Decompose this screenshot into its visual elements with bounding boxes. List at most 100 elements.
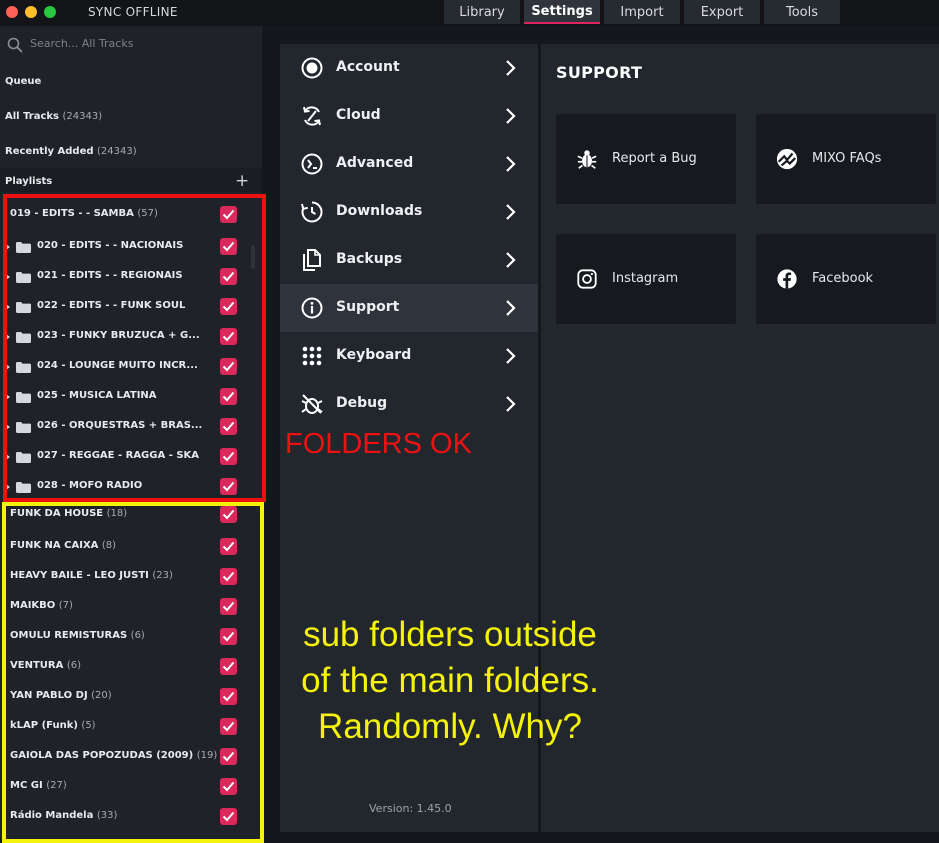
playlist-scrollbar[interactable]: [251, 245, 255, 269]
playlist-row[interactable]: FUNK NA CAIXA (8): [0, 532, 250, 562]
instagram-card[interactable]: Instagram: [556, 234, 736, 324]
playlist-folder-row[interactable]: 028 - MOFO RADIO: [0, 472, 250, 502]
sync-checkbox[interactable]: [220, 808, 237, 825]
sync-checkbox[interactable]: [220, 658, 237, 675]
playlist-label: kLAP (Funk): [10, 720, 78, 731]
tab-settings[interactable]: Settings: [524, 0, 600, 24]
expand-caret-icon[interactable]: [6, 484, 10, 490]
chevron-right-icon: [506, 348, 516, 364]
sync-checkbox[interactable]: [220, 478, 237, 495]
menu-item-cloud[interactable]: Cloud: [280, 92, 538, 140]
playlist-row[interactable]: FUNK DA HOUSE (18): [0, 500, 250, 530]
playlist-row[interactable]: HEAVY BAILE - LEO JUSTI (23): [0, 562, 250, 592]
playlist-row[interactable]: YAN PABLO DJ (20): [0, 682, 250, 712]
sync-checkbox[interactable]: [220, 298, 237, 315]
report-bug-card[interactable]: Report a Bug: [556, 114, 736, 204]
checkmark-icon: [222, 391, 235, 402]
sync-checkbox[interactable]: [220, 598, 237, 615]
menu-item-keyboard[interactable]: Keyboard: [280, 332, 538, 380]
playlist-folder-row[interactable]: 023 - FUNKY BRUZUCA + G...: [0, 322, 250, 352]
playlist-row[interactable]: MAIKBO (7): [0, 592, 250, 622]
playlist-count: (8): [101, 540, 117, 551]
menu-item-debug-label: Debug: [336, 395, 388, 411]
sync-checkbox[interactable]: [220, 268, 237, 285]
menu-item-debug[interactable]: Debug: [280, 380, 538, 428]
expand-caret-icon[interactable]: [6, 454, 10, 460]
checkmark-icon: [222, 301, 235, 312]
sync-checkbox[interactable]: [220, 388, 237, 405]
checkmark-icon: [222, 751, 235, 762]
playlist-folder-row[interactable]: 020 - EDITS - - NACIONAIS: [0, 232, 250, 262]
checkmark-icon: [222, 811, 235, 822]
tab-tools[interactable]: Tools: [764, 0, 840, 24]
menu-item-backups[interactable]: Backups: [280, 236, 538, 284]
sync-checkbox[interactable]: [220, 206, 237, 223]
checkmark-icon: [222, 241, 235, 252]
sync-checkbox[interactable]: [220, 506, 237, 523]
menu-item-account[interactable]: Account: [280, 44, 538, 92]
menu-item-advanced[interactable]: Advanced: [280, 140, 538, 188]
playlist-row[interactable]: MC GI (27): [0, 772, 250, 802]
sync-checkbox[interactable]: [220, 748, 237, 765]
keyboard-dots-icon: [302, 346, 322, 366]
facebook-card[interactable]: Facebook: [756, 234, 936, 324]
tab-library[interactable]: Library: [444, 0, 520, 24]
playlist-name: MC GI (27): [10, 780, 67, 791]
sync-checkbox[interactable]: [220, 238, 237, 255]
menu-item-cloud-label: Cloud: [336, 107, 381, 123]
menu-item-support[interactable]: Support: [280, 284, 538, 332]
menu-item-downloads[interactable]: Downloads: [280, 188, 538, 236]
expand-caret-icon[interactable]: [6, 364, 10, 370]
folder-icon: [16, 272, 31, 283]
expand-caret-icon[interactable]: [6, 244, 10, 250]
playlist-count: (27): [46, 780, 67, 791]
sync-checkbox[interactable]: [220, 328, 237, 345]
expand-caret-icon[interactable]: [6, 334, 10, 340]
playlist-folder-row[interactable]: 027 - REGGAE - RAGGA - SKA: [0, 442, 250, 472]
sync-checkbox[interactable]: [220, 718, 237, 735]
debug-icon: [301, 394, 323, 414]
playlist-folder-row[interactable]: 021 - EDITS - - REGIONAIS: [0, 262, 250, 292]
playlist-row[interactable]: Rádio Mandela (33): [0, 802, 250, 832]
sync-checkbox[interactable]: [220, 688, 237, 705]
playlist-folder-row[interactable]: 026 - ORQUESTRAS + BRAS...: [0, 412, 250, 442]
playlist-row[interactable]: GAIOLA DAS POPOZUDAS (2009) (19): [0, 742, 250, 772]
playlist-row[interactable]: 019 - EDITS - - SAMBA (57): [0, 200, 250, 230]
sync-checkbox[interactable]: [220, 448, 237, 465]
playlist-label: OMULU REMISTURAS: [10, 630, 128, 641]
playlist-row[interactable]: VENTURA (6): [0, 652, 250, 682]
expand-caret-icon[interactable]: [6, 304, 10, 310]
playlist-name: FUNK DA HOUSE (18): [10, 508, 127, 519]
sync-checkbox[interactable]: [220, 628, 237, 645]
expand-caret-icon[interactable]: [6, 394, 10, 400]
search-input[interactable]: [28, 36, 252, 51]
playlist-folder-row[interactable]: 022 - EDITS - - FUNK SOUL: [0, 292, 250, 322]
sync-checkbox[interactable]: [220, 418, 237, 435]
mixo-faqs-card[interactable]: MIXO FAQs: [756, 114, 936, 204]
add-playlist-icon[interactable]: +: [235, 171, 249, 191]
tab-import[interactable]: Import: [604, 0, 680, 24]
playlist-folder-row[interactable]: 024 - LOUNGE MUITO INCR...: [0, 352, 250, 382]
playlist-row[interactable]: OMULU REMISTURAS (6): [0, 622, 250, 652]
playlist-label: 028 - MOFO RADIO: [37, 480, 143, 491]
zoom-window-button[interactable]: [44, 6, 56, 18]
expand-caret-icon[interactable]: [6, 424, 10, 430]
playlist-folder-row[interactable]: 025 - MUSICA LATINA: [0, 382, 250, 412]
nav-all-tracks[interactable]: All Tracks (24343): [5, 111, 102, 122]
close-window-button[interactable]: [6, 6, 18, 18]
sync-checkbox[interactable]: [220, 778, 237, 795]
nav-recently-added[interactable]: Recently Added (24343): [5, 146, 137, 157]
expand-caret-icon[interactable]: [6, 274, 10, 280]
sync-checkbox[interactable]: [220, 568, 237, 585]
playlist-row[interactable]: kLAP (Funk) (5): [0, 712, 250, 742]
playlist-label: 025 - MUSICA LATINA: [37, 390, 157, 401]
checkmark-icon: [222, 271, 235, 282]
minimize-window-button[interactable]: [25, 6, 37, 18]
tab-export[interactable]: Export: [684, 0, 760, 24]
menu-item-downloads-label: Downloads: [336, 203, 423, 219]
instagram-icon: [577, 269, 597, 289]
sync-checkbox[interactable]: [220, 538, 237, 555]
sync-checkbox[interactable]: [220, 358, 237, 375]
nav-queue[interactable]: Queue: [5, 76, 41, 87]
folder-icon: [16, 362, 31, 373]
